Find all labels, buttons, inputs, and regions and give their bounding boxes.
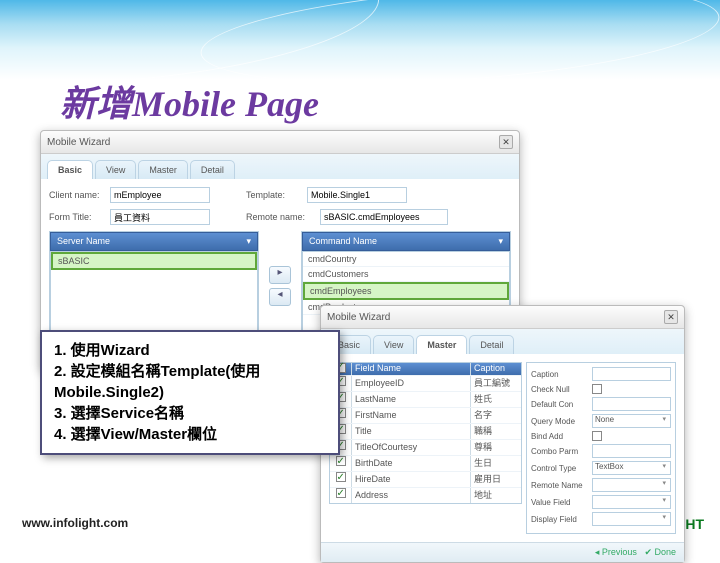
prop-caption-label: Caption bbox=[531, 370, 589, 379]
field-cell[interactable]: HireDate bbox=[352, 472, 471, 487]
tab-master[interactable]: Master bbox=[416, 335, 467, 354]
caption-cell: 名字 bbox=[471, 408, 521, 423]
prop-comboparm-input[interactable] bbox=[592, 444, 671, 458]
instruction-item: 1. 使用Wizard bbox=[54, 340, 326, 361]
prop-checknull-label: Check Null bbox=[531, 385, 589, 394]
prop-querymode-label: Query Mode bbox=[531, 417, 589, 426]
template-label: Template: bbox=[246, 190, 301, 200]
prop-default-input[interactable] bbox=[592, 397, 671, 411]
prop-displayfield-label: Display Field bbox=[531, 515, 589, 524]
client-name-input[interactable] bbox=[110, 187, 210, 203]
client-name-label: Client name: bbox=[49, 190, 104, 200]
instruction-item: 4. 選擇View/Master欄位 bbox=[54, 424, 326, 445]
tab-view[interactable]: View bbox=[95, 160, 136, 179]
field-name-header: Field Name bbox=[352, 363, 471, 375]
caption-cell: 尊稱 bbox=[471, 440, 521, 455]
tab-basic[interactable]: Basic bbox=[47, 160, 93, 179]
field-checkbox[interactable] bbox=[336, 456, 346, 466]
command-item[interactable]: cmdCountry bbox=[303, 252, 509, 267]
previous-button[interactable]: ◂ Previous bbox=[595, 547, 637, 557]
arrow-left-button[interactable]: ◂ bbox=[269, 288, 291, 306]
arrow-right-button[interactable]: ▸ bbox=[269, 266, 291, 284]
command-item-selected[interactable]: cmdEmployees bbox=[303, 282, 509, 300]
prop-bindadd-label: Bind Add bbox=[531, 432, 589, 441]
chevron-down-icon[interactable]: ▾ bbox=[498, 236, 503, 247]
tab-detail[interactable]: Detail bbox=[469, 335, 514, 354]
instruction-callout: 1. 使用Wizard 2. 設定模組名稱Template(使用Mobile.S… bbox=[40, 330, 340, 455]
prop-remotename-label: Remote Name bbox=[531, 481, 589, 490]
remote-name-label: Remote name: bbox=[246, 212, 314, 222]
template-input[interactable] bbox=[307, 187, 407, 203]
close-icon[interactable]: ✕ bbox=[664, 310, 678, 324]
caption-cell: 職稱 bbox=[471, 424, 521, 439]
instruction-item: 3. 選擇Service名稱 bbox=[54, 403, 326, 424]
prop-controltype-label: Control Type bbox=[531, 464, 589, 473]
prop-controltype-select[interactable]: TextBox bbox=[592, 461, 671, 475]
server-item-sbasic[interactable]: sBASIC bbox=[51, 252, 257, 270]
command-item[interactable]: cmdCustomers bbox=[303, 267, 509, 282]
field-checkbox[interactable] bbox=[336, 488, 346, 498]
server-name-header: Server Name bbox=[57, 236, 110, 247]
prop-displayfield-select[interactable] bbox=[592, 512, 671, 526]
field-cell[interactable]: EmployeeID bbox=[352, 376, 471, 391]
caption-cell: 地址 bbox=[471, 488, 521, 503]
property-panel: Caption Check Null Default Con Query Mod… bbox=[526, 362, 676, 534]
prop-valuefield-label: Value Field bbox=[531, 498, 589, 507]
footer-url: www.infolight.com bbox=[22, 516, 128, 530]
caption-cell: 姓氏 bbox=[471, 392, 521, 407]
dialog2-title: Mobile Wizard bbox=[327, 312, 390, 323]
prop-default-label: Default Con bbox=[531, 400, 589, 409]
chevron-down-icon[interactable]: ▾ bbox=[246, 236, 251, 247]
instruction-item: 2. 設定模組名稱Template(使用Mobile.Single2) bbox=[54, 361, 326, 403]
field-cell[interactable]: Address bbox=[352, 488, 471, 503]
prop-checknull-checkbox[interactable] bbox=[592, 384, 602, 394]
remote-name-input[interactable] bbox=[320, 209, 448, 225]
field-cell[interactable]: FirstName bbox=[352, 408, 471, 423]
prop-caption-input[interactable] bbox=[592, 367, 671, 381]
tab-detail[interactable]: Detail bbox=[190, 160, 235, 179]
field-cell[interactable]: LastName bbox=[352, 392, 471, 407]
command-name-header: Command Name bbox=[309, 236, 377, 247]
field-cell[interactable]: Title bbox=[352, 424, 471, 439]
prop-valuefield-select[interactable] bbox=[592, 495, 671, 509]
caption-cell: 生日 bbox=[471, 456, 521, 471]
field-cell[interactable]: BirthDate bbox=[352, 456, 471, 471]
field-cell[interactable]: TitleOfCourtesy bbox=[352, 440, 471, 455]
close-icon[interactable]: ✕ bbox=[499, 135, 513, 149]
prop-bindadd-checkbox[interactable] bbox=[592, 431, 602, 441]
caption-cell: 雇用日 bbox=[471, 472, 521, 487]
done-button[interactable]: ✔ Done bbox=[644, 547, 676, 557]
form-title-input[interactable] bbox=[110, 209, 210, 225]
prop-remotename-select[interactable] bbox=[592, 478, 671, 492]
tab-master[interactable]: Master bbox=[138, 160, 188, 179]
field-checkbox[interactable] bbox=[336, 472, 346, 482]
tab-view[interactable]: View bbox=[373, 335, 414, 354]
slide-title: 新增Mobile Page bbox=[60, 75, 319, 127]
wizard-master-dialog: Mobile Wizard ✕ Basic View Master Detail… bbox=[320, 305, 685, 563]
prop-querymode-select[interactable]: None bbox=[592, 414, 671, 428]
caption-cell: 員工編號 bbox=[471, 376, 521, 391]
form-title-label: Form Title: bbox=[49, 212, 104, 222]
prop-comboparm-label: Combo Parm bbox=[531, 447, 589, 456]
dialog1-title: Mobile Wizard bbox=[47, 137, 110, 148]
caption-header: Caption bbox=[471, 363, 521, 375]
